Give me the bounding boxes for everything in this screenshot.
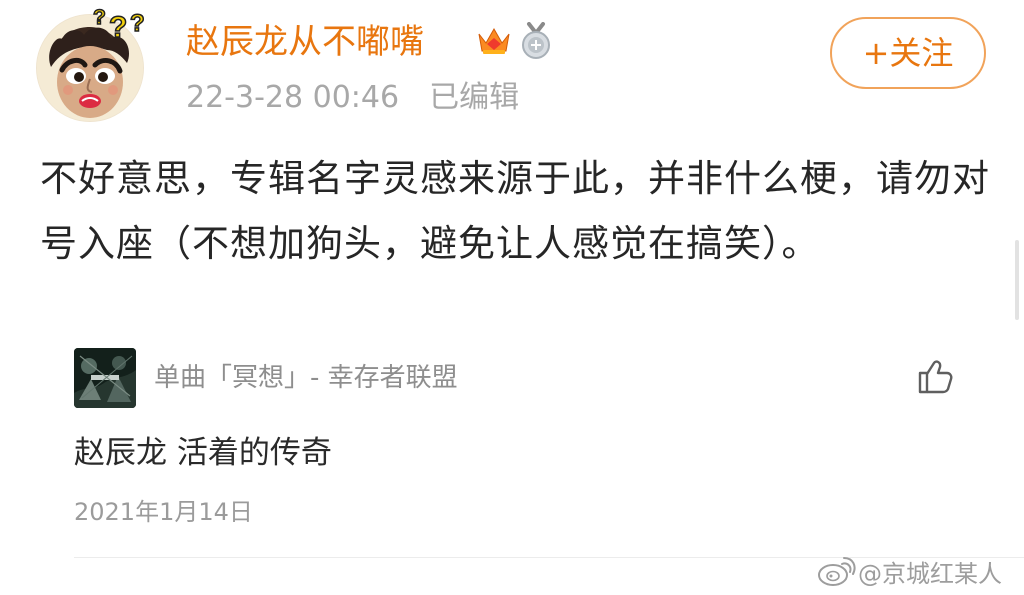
crown-icon	[478, 27, 510, 54]
album-art-icon	[74, 348, 136, 408]
svg-text:?: ?	[109, 11, 127, 44]
comment-text: 赵辰龙 活着的传奇	[74, 435, 332, 471]
post-timestamp: 22-3-28 00:46	[186, 80, 400, 115]
question-marks-icon: ? ? ?	[92, 5, 145, 45]
avatar[interactable]: ? ? ?	[30, 5, 152, 122]
watermark-text: @京城红某人	[858, 559, 1002, 588]
weibo-post-screenshot: ? ? ? 赵辰龙从不嘟嘴 22-3-28 00:46 已编辑 +关注 不好意思，…	[0, 0, 1024, 595]
post-content: 不好意思，专辑名字灵感来源于此，并非什么梗，请勿对号入座（不想加狗头，避免让人感…	[40, 157, 990, 265]
weibo-icon	[818, 557, 856, 586]
username[interactable]: 赵辰龙从不嘟嘴	[186, 16, 424, 68]
scrollbar-thumb[interactable]	[1015, 240, 1019, 320]
thumbs-up-icon[interactable]	[914, 357, 954, 395]
album-cover[interactable]	[74, 348, 136, 408]
comment-date: 2021年1月14日	[74, 498, 253, 526]
watermark: @京城红某人	[816, 551, 1002, 591]
medal-icon	[522, 22, 550, 59]
follow-button[interactable]: +关注	[830, 17, 986, 89]
svg-text:?: ?	[130, 10, 145, 37]
post-meta: 22-3-28 00:46 已编辑	[186, 76, 519, 120]
edited-label: 已编辑	[429, 80, 520, 115]
music-card-title[interactable]: 单曲「冥想」- 幸存者联盟	[154, 356, 458, 400]
svg-text:?: ?	[93, 6, 106, 29]
